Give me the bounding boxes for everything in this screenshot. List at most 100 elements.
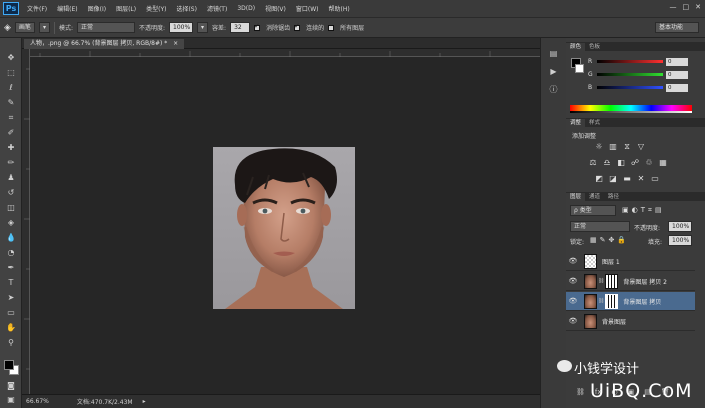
layer-row[interactable]: 👁 背景图层	[566, 312, 695, 331]
color-swatches[interactable]	[4, 360, 20, 376]
eyedropper-tool-icon[interactable]: ✐	[5, 127, 17, 138]
contiguous-checkbox[interactable]	[294, 22, 301, 31]
layer-mask-thumbnail[interactable]	[605, 273, 619, 289]
color-spectrum[interactable]	[570, 105, 692, 113]
menu-3d[interactable]: 3D(D)	[232, 5, 260, 12]
quick-select-tool-icon[interactable]: ✎	[5, 97, 17, 108]
menu-type[interactable]: 类型(Y)	[141, 4, 171, 13]
history-panel-icon[interactable]: ▤	[548, 48, 559, 59]
portrait-image[interactable]	[213, 147, 355, 309]
lock-icons[interactable]: ▦✎✥🔒	[590, 236, 629, 244]
green-value-input[interactable]: 0	[666, 70, 688, 79]
layer-name[interactable]: 图层 1	[602, 257, 620, 266]
opacity-dropdown[interactable]: ▾	[197, 22, 209, 33]
layer-opacity-input[interactable]: 100%	[668, 221, 692, 232]
menu-filter[interactable]: 滤镜(T)	[202, 4, 232, 13]
menu-image[interactable]: 图像(I)	[83, 4, 111, 13]
opacity-input[interactable]: 100%	[169, 22, 194, 33]
type-tool-icon[interactable]: T	[5, 277, 17, 288]
hue-saturation-icon[interactable]: ♎	[602, 158, 612, 167]
tab-layers[interactable]: 图层	[566, 193, 586, 201]
marquee-tool-icon[interactable]: ⬚	[5, 67, 17, 78]
layer-row-selected[interactable]: 👁 ⛓ 背景图层 拷贝	[566, 292, 695, 311]
info-panel-icon[interactable]: ⓘ	[548, 84, 559, 95]
layer-row[interactable]: 👁 图层 1	[566, 252, 695, 271]
hand-tool-icon[interactable]: ✋	[5, 322, 17, 333]
antialias-checkbox[interactable]	[254, 22, 261, 31]
paint-bucket-tool-icon[interactable]: ◈	[5, 217, 17, 228]
layer-kind-filter[interactable]: ρ 类型	[570, 205, 616, 216]
menu-file[interactable]: 文件(F)	[22, 4, 52, 13]
selective-color-icon[interactable]: ✕	[636, 174, 646, 183]
visibility-eye-icon[interactable]: 👁	[566, 257, 580, 265]
channel-mixer-icon[interactable]: ▦	[658, 158, 668, 167]
mode-dropdown[interactable]: 正常	[76, 22, 135, 33]
green-slider[interactable]	[597, 73, 663, 76]
document-tab[interactable]: 人物，.png @ 66.7% (背景图层 拷贝, RGB/8#) * ×	[24, 39, 185, 49]
layer-name[interactable]: 背景图层	[602, 317, 626, 326]
vibrance-icon[interactable]: ⚖	[588, 158, 598, 167]
visibility-eye-icon[interactable]: 👁	[566, 297, 580, 305]
clone-stamp-tool-icon[interactable]: ♟	[5, 172, 17, 183]
link-layers-icon[interactable]: ⛓	[576, 388, 585, 396]
history-brush-tool-icon[interactable]: ↺	[5, 187, 17, 198]
healing-brush-tool-icon[interactable]: ✚	[5, 142, 17, 153]
tab-paths[interactable]: 路径	[604, 193, 623, 201]
close-tab-icon[interactable]: ×	[173, 40, 178, 47]
pattern-dropdown[interactable]: ▾	[38, 22, 50, 33]
blue-slider[interactable]	[597, 86, 663, 89]
screen-mode-icon[interactable]: ▣	[5, 394, 17, 405]
menu-view[interactable]: 视图(V)	[260, 4, 291, 13]
tab-swatches[interactable]: 色板	[585, 43, 604, 51]
black-white-icon[interactable]: ☍	[630, 158, 640, 167]
tab-channels[interactable]: 通道	[585, 193, 604, 201]
levels-icon[interactable]: ▥	[608, 142, 618, 151]
pen-tool-icon[interactable]: ✒	[5, 262, 17, 273]
all-layers-checkbox[interactable]	[328, 24, 335, 31]
zoom-tool-icon[interactable]: ⚲	[5, 337, 17, 348]
canvas-area[interactable]	[30, 57, 540, 394]
rectangle-tool-icon[interactable]: ▭	[5, 307, 17, 318]
photo-filter-icon[interactable]: ♲	[644, 158, 654, 167]
panel-bg-swatch[interactable]	[575, 64, 584, 73]
menu-edit[interactable]: 编辑(E)	[52, 4, 82, 13]
status-menu-arrow-icon[interactable]: ▸	[143, 398, 146, 405]
paint-bucket-icon[interactable]: ◈	[4, 23, 11, 33]
blur-tool-icon[interactable]: 💧	[5, 232, 17, 243]
tolerance-input[interactable]: 32	[230, 22, 251, 33]
layer-name[interactable]: 背景图层 拷贝 2	[623, 277, 667, 286]
threshold-icon[interactable]: ▬	[622, 174, 632, 183]
close-window-button[interactable]: ✕	[695, 3, 701, 11]
lasso-tool-icon[interactable]: ℓ	[5, 82, 17, 93]
foreground-color-swatch[interactable]	[4, 360, 14, 370]
posterize-icon[interactable]: ◪	[608, 174, 618, 183]
tab-styles[interactable]: 样式	[585, 119, 604, 127]
layer-mask-thumbnail[interactable]	[605, 293, 619, 309]
actions-panel-icon[interactable]: ▶	[548, 66, 559, 77]
workspace-dropdown[interactable]: 基本功能	[655, 22, 699, 33]
visibility-eye-icon[interactable]: 👁	[566, 277, 580, 285]
exposure-icon[interactable]: ▽	[636, 142, 646, 151]
layer-row[interactable]: 👁 ⛓ 背景图层 拷贝 2	[566, 272, 695, 291]
tab-color[interactable]: 颜色	[566, 43, 586, 51]
path-select-tool-icon[interactable]: ➤	[5, 292, 17, 303]
menu-window[interactable]: 窗口(W)	[291, 4, 324, 13]
menu-layer[interactable]: 图层(L)	[111, 4, 141, 13]
zoom-level[interactable]: 66.67%	[26, 398, 49, 405]
menu-help[interactable]: 帮助(H)	[324, 4, 355, 13]
color-balance-icon[interactable]: ◧	[616, 158, 626, 167]
mask-link-icon[interactable]: ⛓	[598, 278, 604, 284]
tab-adjustments[interactable]: 调整	[566, 119, 586, 127]
blue-value-input[interactable]: 0	[666, 83, 688, 92]
layer-filter-icons[interactable]: ▣◐T⌗▤	[622, 206, 665, 215]
gradient-map-icon[interactable]: ▭	[650, 174, 660, 183]
dodge-tool-icon[interactable]: ◔	[5, 247, 17, 258]
move-tool-icon[interactable]: ✥	[5, 52, 17, 63]
brush-tool-icon[interactable]: ✏	[5, 157, 17, 168]
invert-icon[interactable]: ◩	[594, 174, 604, 183]
visibility-eye-icon[interactable]: 👁	[566, 317, 580, 325]
brightness-icon[interactable]: ☼	[594, 142, 604, 151]
blend-mode-dropdown[interactable]: 正常	[570, 221, 630, 232]
quick-mask-icon[interactable]: ◙	[5, 380, 17, 391]
fill-source-dropdown[interactable]: 画笔	[14, 22, 35, 33]
